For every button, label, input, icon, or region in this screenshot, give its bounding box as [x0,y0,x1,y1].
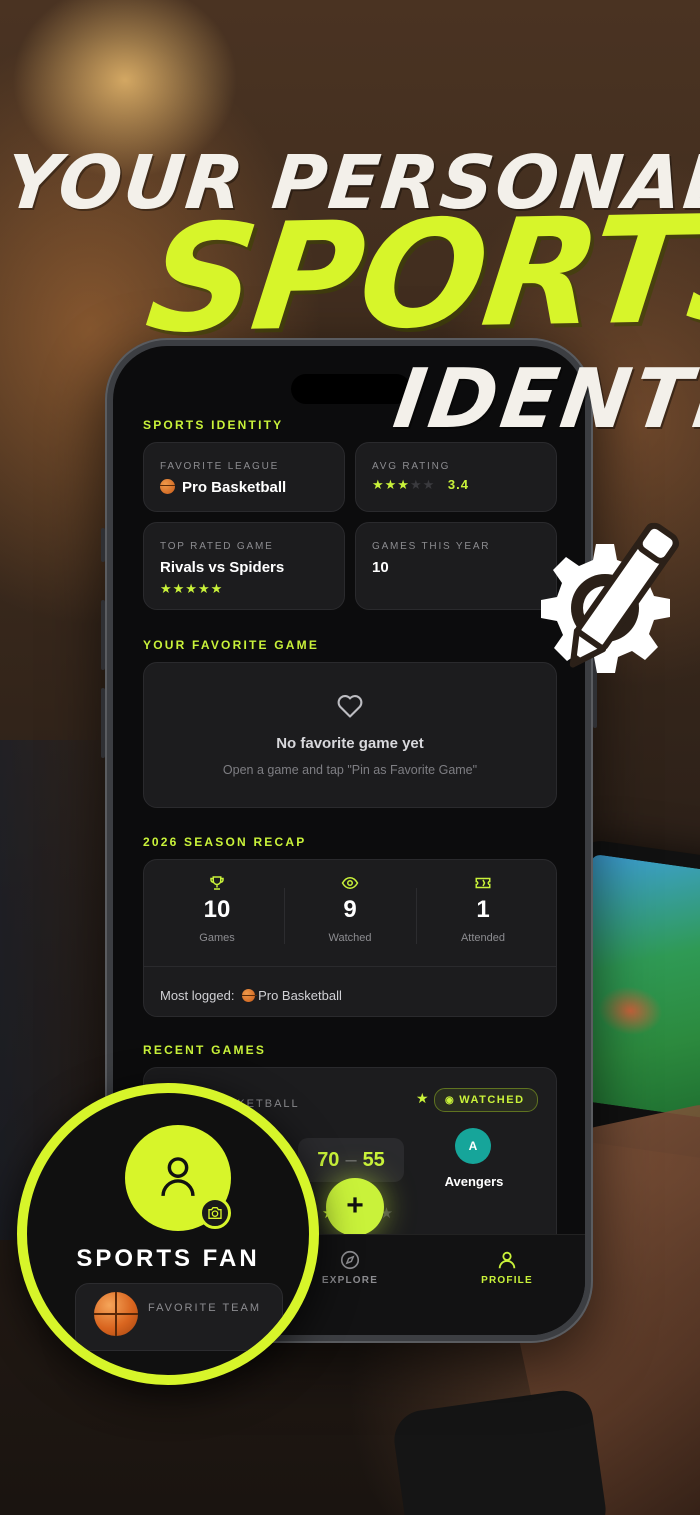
favorite-team-card[interactable]: FAVORITE TEAM [75,1283,283,1351]
favorite-league-card[interactable]: FAVORITE LEAGUE Pro Basketball [143,442,345,512]
section-title-favorite-game: YOUR FAVORITE GAME [143,638,320,652]
camera-icon [208,1207,222,1219]
profile-overlay: SPORTS FAN FAVORITE TEAM [17,1083,319,1385]
recap-stat-attended: 1 Attended [416,874,550,944]
basketball-icon [94,1292,138,1336]
favorite-team-label: FAVORITE TEAM [148,1302,261,1314]
favorite-league-label: FAVORITE LEAGUE [160,461,280,472]
recap-stat-games: 10 Games [150,874,284,944]
away-team-name: Avengers [444,1174,504,1189]
top-rated-game-stars: ★★★★★ [160,581,224,596]
away-team-badge: A [455,1128,491,1164]
favorite-game-empty-title: No favorite game yet [276,735,424,752]
tab-profile[interactable]: PROFILE [457,1249,557,1286]
dynamic-island [291,374,411,404]
score-box: 70–55 [298,1138,404,1182]
season-recap-card: 10 Games 9 Watched 1 Attended Most logge… [143,859,557,1017]
games-this-year-value: 10 [372,559,389,576]
profile-name: SPORTS FAN [76,1245,260,1272]
favorite-star-icon[interactable]: ★ [416,1090,429,1107]
most-logged: Most logged: Pro Basketball [160,988,342,1003]
change-photo-button[interactable] [199,1197,231,1229]
ticket-icon [416,874,550,896]
trophy-icon [150,874,284,896]
avg-rating-stars: ★★★★★ 3.4 [372,477,469,492]
games-this-year-label: GAMES THIS YEAR [372,541,491,552]
section-title-season-recap: 2026 SEASON RECAP [143,835,307,849]
basketball-icon [160,479,175,494]
avg-rating-label: AVG RATING [372,461,451,472]
top-rated-game-label: TOP RATED GAME [160,541,274,552]
eye-icon [283,874,417,896]
favorite-game-empty-card[interactable]: No favorite game yet Open a game and tap… [143,662,557,808]
avg-rating-value: 3.4 [447,477,469,492]
add-game-button[interactable]: + [326,1178,384,1236]
person-icon [457,1249,557,1275]
heart-icon [337,695,363,718]
favorite-league-value: Pro Basketball [160,479,286,496]
top-rated-game-value: Rivals vs Spiders [160,559,285,576]
favorite-game-empty-hint: Open a game and tap "Pin as Favorite Gam… [222,763,478,777]
top-rated-game-card[interactable]: TOP RATED GAME Rivals vs Spiders ★★★★★ [143,522,345,610]
gear-pencil-icon [541,522,680,673]
section-title-sports-identity: SPORTS IDENTITY [143,418,284,432]
recap-stat-watched: 9 Watched [283,874,417,944]
section-title-recent-games: RECENT GAMES [143,1043,267,1057]
watched-status-pill: ◉ WATCHED [434,1088,538,1112]
basketball-icon [242,989,258,1002]
eye-icon: ◉ [445,1095,456,1106]
person-icon [161,1157,195,1196]
